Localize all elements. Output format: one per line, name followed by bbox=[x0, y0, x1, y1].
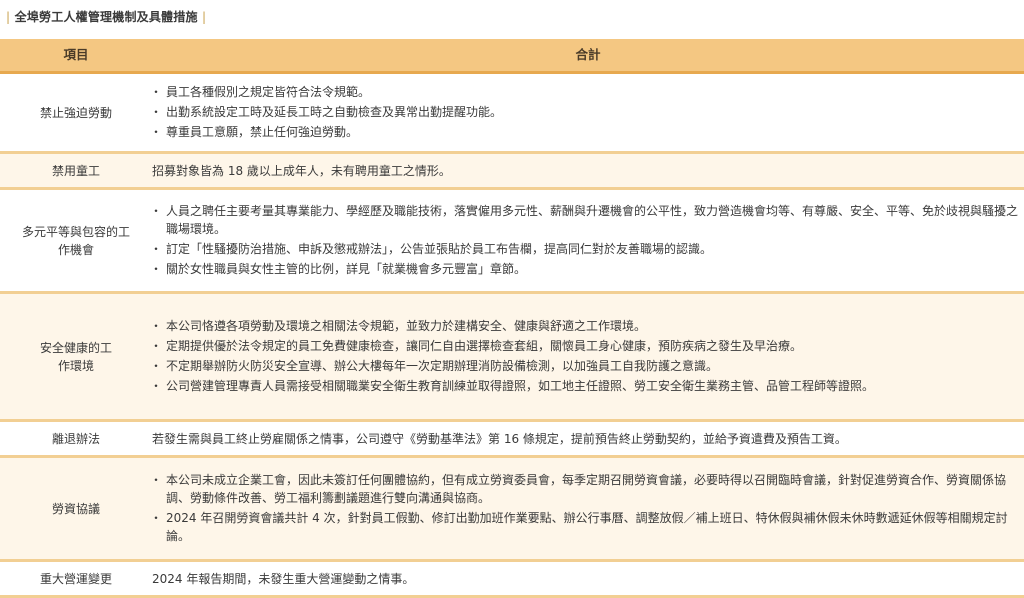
row-content: 2024 年報告期間，未發生重大營運變動之情事。 bbox=[152, 560, 1024, 598]
table-row-labor-agreement: 勞資協議 本公司未成立企業工會，因此未簽訂任何團體協約，但有成立勞資委員會，每季… bbox=[0, 456, 1024, 562]
row-label: 重大營運變更 bbox=[0, 560, 152, 598]
row-content: 若發生需與員工終止勞雇關係之情事，公司遵守《勞動基準法》第 16 條規定，提前預… bbox=[152, 420, 1024, 458]
bullet-item: 人員之聘任主要考量其專業能力、學經歷及職能技術，落實僱用多元性、薪酬與升遷機會的… bbox=[150, 202, 1024, 238]
title-bar-right: | bbox=[202, 10, 207, 24]
table-row-child-labor: 禁用童工 招募對象皆為 18 歲以上成年人，未有聘用童工之情形。 bbox=[0, 152, 1024, 190]
bullet-item: 本公司恪遵各項勞動及環境之相關法令規範，並致力於建構安全、健康與舒適之工作環境。 bbox=[150, 317, 1024, 335]
table-row-diversity: 多元平等與包容的工作機會 人員之聘任主要考量其專業能力、學經歷及職能技術，落實僱… bbox=[0, 188, 1024, 294]
row-label: 禁用童工 bbox=[0, 152, 152, 190]
table-row-operational-change: 重大營運變更 2024 年報告期間，未發生重大營運變動之情事。 bbox=[0, 560, 1024, 598]
row-label: 多元平等與包容的工作機會 bbox=[0, 188, 152, 294]
row-content: 人員之聘任主要考量其專業能力、學經歷及職能技術，落實僱用多元性、薪酬與升遷機會的… bbox=[150, 188, 1024, 294]
page-title: | 全埠勞工人權管理機制及具體措施 | bbox=[6, 8, 206, 25]
column-header-total: 合計 bbox=[152, 39, 1024, 74]
column-header-item: 項目 bbox=[0, 39, 152, 74]
bullet-item: 2024 年召開勞資會議共計 4 次，針對員工假勤、修訂出勤加班作業要點、辦公行… bbox=[150, 509, 1024, 545]
row-content: 招募對象皆為 18 歲以上成年人，未有聘用童工之情形。 bbox=[152, 152, 1024, 190]
title-text: 全埠勞工人權管理機制及具體措施 bbox=[14, 10, 198, 24]
bullet-item: 尊重員工意願，禁止任何強迫勞動。 bbox=[150, 123, 1024, 141]
row-label: 安全健康的工作環境 bbox=[0, 292, 152, 422]
bullet-item: 本公司未成立企業工會，因此未簽訂任何團體協約，但有成立勞資委員會，每季定期召開勞… bbox=[150, 471, 1024, 507]
bullet-item: 員工各種假別之規定皆符合法令規範。 bbox=[150, 83, 1024, 101]
bullet-item: 訂定「性騷擾防治措施、申訴及懲戒辦法」，公告並張貼於員工布告欄，提高同仁對於友善… bbox=[150, 240, 1024, 258]
labor-rights-table: 項目 合計 禁止強迫勞動 員工各種假別之規定皆符合法令規範。 出勤系統設定工時及… bbox=[0, 39, 1024, 598]
table-row-forced-labor: 禁止強迫勞動 員工各種假別之規定皆符合法令規範。 出勤系統設定工時及延長工時之自… bbox=[0, 72, 1024, 154]
table-header-row: 項目 合計 bbox=[0, 39, 1024, 74]
row-label: 禁止強迫勞動 bbox=[0, 72, 152, 154]
bullet-item: 定期提供優於法令規定的員工免費健康檢查，讓同仁自由選擇檢查套組，關懷員工身心健康… bbox=[150, 337, 1024, 355]
bullet-item: 關於女性職員與女性主管的比例，詳見「就業機會多元豐富」章節。 bbox=[150, 260, 1024, 278]
bullet-item: 不定期舉辦防火防災安全宣導、辦公大樓每年一次定期辦理消防設備檢測，以加強員工自我… bbox=[150, 357, 1024, 375]
table-row-safety: 安全健康的工作環境 本公司恪遵各項勞動及環境之相關法令規範，並致力於建構安全、健… bbox=[0, 292, 1024, 422]
bullet-item: 公司營建管理專責人員需接受相關職業安全衛生教育訓練並取得證照，如工地主任證照、勞… bbox=[150, 377, 1024, 395]
row-content: 本公司未成立企業工會，因此未簽訂任何團體協約，但有成立勞資委員會，每季定期召開勞… bbox=[150, 456, 1024, 562]
title-bar-left: | bbox=[6, 10, 11, 24]
bullet-item: 出勤系統設定工時及延長工時之自動檢查及異常出勤提醒功能。 bbox=[150, 103, 1024, 121]
table-row-resignation: 離退辦法 若發生需與員工終止勞雇關係之情事，公司遵守《勞動基準法》第 16 條規… bbox=[0, 420, 1024, 458]
row-label-text: 多元平等與包容的工作機會 bbox=[21, 224, 130, 257]
row-label: 離退辦法 bbox=[0, 420, 152, 458]
row-label-text: 安全健康的工作環境 bbox=[39, 340, 112, 373]
row-content: 員工各種假別之規定皆符合法令規範。 出勤系統設定工時及延長工時之自動檢查及異常出… bbox=[150, 72, 1024, 154]
row-content: 本公司恪遵各項勞動及環境之相關法令規範，並致力於建構安全、健康與舒適之工作環境。… bbox=[150, 292, 1024, 422]
row-label: 勞資協議 bbox=[0, 456, 152, 562]
